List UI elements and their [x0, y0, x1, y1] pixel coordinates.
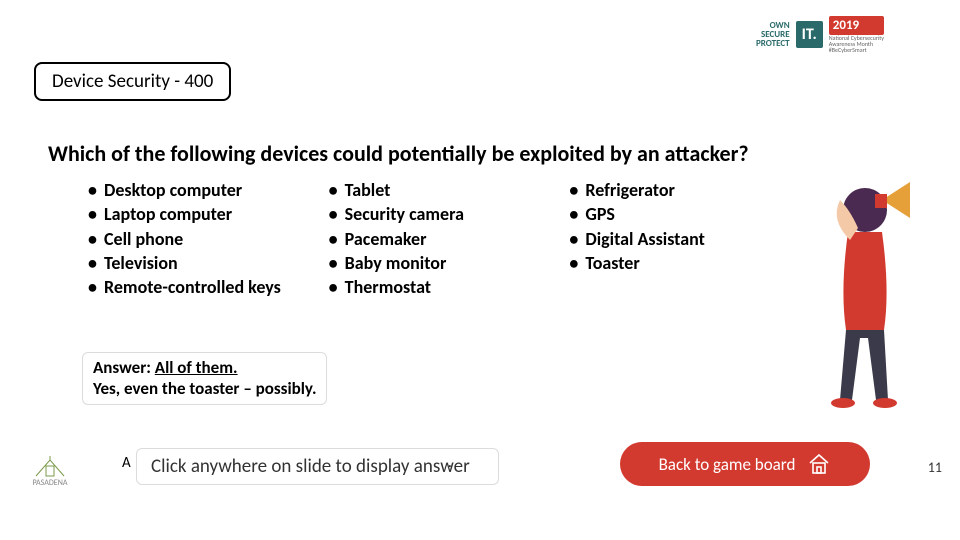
- device-columns: Desktop computer Laptop computer Cell ph…: [88, 178, 800, 299]
- list-item: GPS: [569, 202, 800, 226]
- list-item: Laptop computer: [88, 202, 319, 226]
- hint-suffix: .: [448, 454, 452, 472]
- question-text: Which of the following devices could pot…: [48, 140, 912, 167]
- list-item: Cell phone: [88, 227, 319, 251]
- answer-box: Answer: All of them. Yes, even the toast…: [82, 352, 327, 405]
- list-item: Thermostat: [329, 275, 560, 299]
- category-title: Device Security - 400: [34, 62, 231, 101]
- list-item: Security camera: [329, 202, 560, 226]
- house-icon: [807, 452, 831, 476]
- list-item: Digital Assistant: [569, 227, 800, 251]
- corner-logo: PASADENA: [20, 454, 80, 494]
- hint-box[interactable]: Click anywhere on slide to display answe…: [136, 448, 499, 485]
- logo-line3: PROTECT: [756, 39, 790, 48]
- answer-main: All of them.: [155, 357, 238, 378]
- logo-tag3: #BeCyberSmart: [829, 47, 884, 53]
- hint-prefix: A: [122, 454, 131, 472]
- corner-logo-text: PASADENA: [20, 478, 80, 488]
- answer-prefix: Answer:: [93, 357, 155, 378]
- event-logo: OWN SECURE PROTECT IT. 2019 National Cyb…: [756, 14, 936, 54]
- back-label: Back to game board: [659, 454, 796, 475]
- list-item: Remote-controlled keys: [88, 275, 319, 299]
- list-item: Baby monitor: [329, 251, 560, 275]
- column-1: Desktop computer Laptop computer Cell ph…: [88, 178, 319, 299]
- answer-line2: Yes, even the toaster – possibly.: [93, 378, 316, 399]
- logo-year: 2019: [829, 16, 884, 35]
- page-number: 11: [928, 459, 942, 476]
- list-item: Desktop computer: [88, 178, 319, 202]
- megaphone-person-illustration: [810, 170, 920, 410]
- column-3: Refrigerator GPS Digital Assistant Toast…: [569, 178, 800, 299]
- list-item: Refrigerator: [569, 178, 800, 202]
- list-item: Television: [88, 251, 319, 275]
- logo-it: IT.: [796, 21, 823, 48]
- list-item: Toaster: [569, 251, 800, 275]
- list-item: Tablet: [329, 178, 560, 202]
- back-to-board-button[interactable]: Back to game board: [620, 442, 870, 486]
- column-2: Tablet Security camera Pacemaker Baby mo…: [329, 178, 560, 299]
- list-item: Pacemaker: [329, 227, 560, 251]
